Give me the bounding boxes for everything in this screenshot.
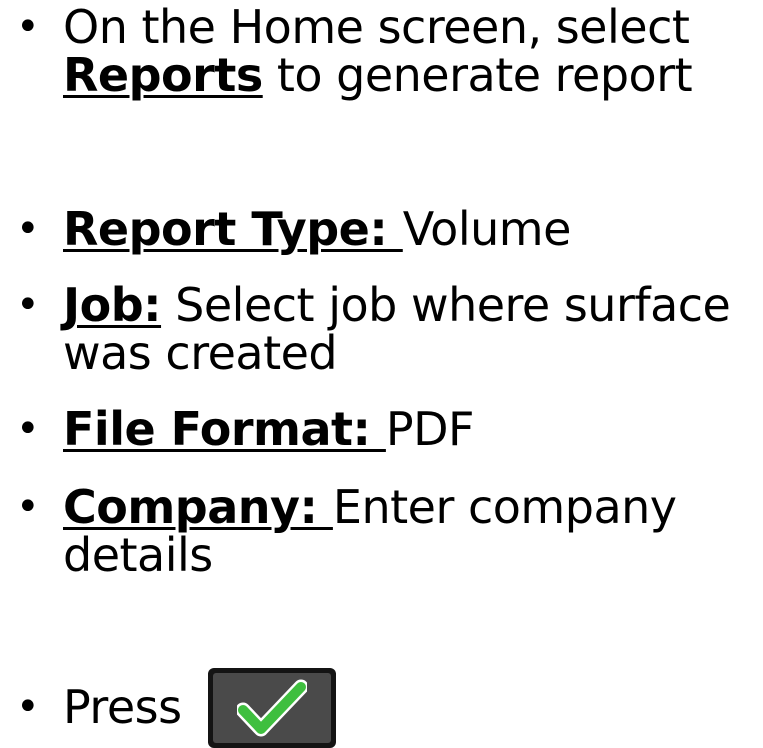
bullet-dot: • (16, 4, 40, 50)
job-value: Select job where surface (161, 278, 731, 332)
job-label: Job: (63, 278, 162, 332)
bullet-text: Press (63, 684, 763, 732)
file-format-label: File Format: (63, 402, 386, 456)
bullet-line: Press (63, 684, 763, 732)
bullet-line: details (63, 532, 763, 580)
bullet-text: Job: Select job where surface was create… (63, 282, 763, 378)
confirm-button-face (213, 673, 331, 743)
bullet-dot: • (16, 406, 40, 452)
confirm-button[interactable] (208, 668, 336, 748)
bullet-line: On the Home screen, select (63, 4, 763, 52)
bullet-text: Company: Enter company details (63, 484, 763, 580)
bullet-line: was created (63, 330, 763, 378)
report-type-label: Report Type: (63, 202, 403, 256)
bullet-dot: • (16, 282, 40, 328)
file-format-value: PDF (385, 402, 475, 456)
bullet-text: Report Type: Volume (63, 206, 763, 254)
bullet-line: Report Type: Volume (63, 206, 763, 254)
bullet-dot: • (16, 484, 40, 530)
bullet-dot: • (16, 684, 40, 730)
bullet-line: Job: Select job where surface (63, 282, 763, 330)
reports-keyword: Reports (63, 48, 263, 102)
press-text: Press (63, 680, 182, 734)
report-type-value: Volume (402, 202, 572, 256)
bullet-text: File Format: PDF (63, 406, 763, 454)
line-text: was created (63, 326, 338, 380)
line-text: to generate report (262, 48, 693, 102)
bullet-text: On the Home screen, select Reports to ge… (63, 4, 763, 100)
line-text: On the Home screen, select (63, 0, 690, 54)
line-text: details (63, 528, 213, 582)
checkmark-icon (237, 679, 307, 737)
instruction-slide: • On the Home screen, select Reports to … (0, 0, 763, 748)
company-label: Company: (63, 480, 333, 534)
bullet-line: Company: Enter company (63, 484, 763, 532)
bullet-dot: • (16, 206, 40, 252)
bullet-line: File Format: PDF (63, 406, 763, 454)
company-value: Enter company (332, 480, 677, 534)
bullet-line: Reports to generate report (63, 52, 763, 100)
